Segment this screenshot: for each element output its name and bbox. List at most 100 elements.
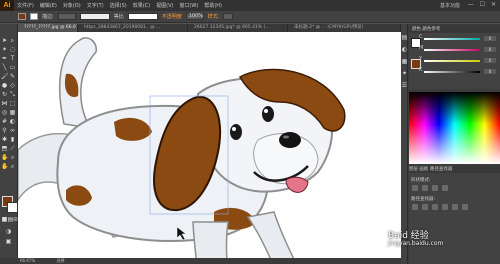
hand-tool-icon[interactable]: ✋ [1, 154, 8, 161]
rotate-tool-icon[interactable]: ↻ [1, 91, 8, 98]
color-spectrum[interactable] [409, 92, 500, 164]
panel-icon-1[interactable]: ▤ [401, 34, 408, 41]
merge-icon[interactable] [432, 204, 438, 210]
panel-icon-4[interactable]: ✦ [401, 70, 408, 77]
blob-brush-tool-icon[interactable]: ● [1, 82, 8, 89]
panel-icon-3[interactable]: ▦ [401, 58, 408, 65]
type-tool-icon[interactable]: T [9, 55, 16, 62]
eyedropper-tool-icon[interactable]: ⚲ [1, 127, 8, 134]
slider-label-c: C [419, 34, 423, 40]
screen-mode-icon[interactable]: ▣ [5, 238, 12, 245]
gradient-tool-icon[interactable]: ◐ [9, 118, 16, 125]
style-picker[interactable] [223, 13, 234, 20]
menu-effect[interactable]: 效果(C) [130, 2, 153, 9]
menu-file[interactable]: 文件(F) [14, 2, 37, 9]
menu-type[interactable]: 文字(T) [84, 2, 107, 9]
artboard-tool-icon[interactable]: ⬒ [1, 145, 8, 152]
brush-definition[interactable] [127, 13, 158, 20]
fill-color-swatch[interactable] [18, 13, 26, 20]
slider-label-y: Y [419, 56, 423, 62]
opacity-field[interactable]: 100% [185, 13, 204, 20]
minimize-button[interactable]: — [468, 1, 474, 8]
zoom-tool-icon[interactable]: ⌕ [9, 154, 16, 161]
value-y[interactable]: 0 [484, 58, 496, 63]
paintbrush-tool-icon[interactable]: 🖌 [1, 73, 9, 80]
dog-nose [279, 132, 301, 148]
tab-document-4[interactable]: 未标题-2* @ ... (CMYK/GPU预览) [288, 24, 401, 32]
stroke-weight-field[interactable] [57, 13, 76, 20]
stroke-color-swatch[interactable] [30, 13, 38, 20]
menu-select[interactable]: 选择(S) [107, 2, 130, 9]
hand-tool-2-icon[interactable]: ✋ [1, 163, 8, 170]
pen-tool-icon[interactable]: ✒ [1, 55, 8, 62]
direct-selection-tool-icon[interactable]: ▹ [9, 37, 16, 44]
panel-icon-5[interactable]: ☰ [401, 82, 408, 89]
divide-icon[interactable] [412, 204, 418, 210]
line-tool-icon[interactable]: ╲ [1, 64, 8, 71]
menu-object[interactable]: 对象(O) [60, 2, 84, 9]
width-tool-icon[interactable]: ⋈ [1, 100, 8, 107]
minus-front-icon[interactable] [422, 185, 428, 191]
value-m[interactable]: 0 [484, 47, 496, 52]
stroke-swatch[interactable] [7, 202, 18, 213]
zoom-tool-2-icon[interactable]: ⌕ [9, 163, 16, 170]
tab-document-1[interactable]: ?????_?????.jpg @ 66.67% (CMYK/预览) [18, 24, 78, 32]
crop-icon[interactable] [442, 204, 448, 210]
perspective-grid-tool-icon[interactable]: ▦ [9, 109, 16, 116]
close-button[interactable]: ✕ [491, 1, 496, 8]
unite-icon[interactable] [412, 185, 418, 191]
profile-label: 等比 [113, 14, 124, 20]
status-bar: 66.67% 选择 [0, 258, 401, 264]
draw-mode-icon[interactable]: ◑ [5, 228, 12, 235]
dog-far-leg [246, 211, 295, 258]
intersect-icon[interactable] [432, 185, 438, 191]
pathfinder-panel-tabs[interactable]: 图层 画板 路径查找器 [409, 166, 500, 173]
tab-document-2[interactable]: https_28843867_20190081.. @ ... [78, 24, 188, 32]
dog-eye-right [262, 106, 274, 122]
slider-y[interactable] [424, 60, 480, 62]
workspace-switcher[interactable]: 基本功能 [440, 2, 460, 9]
blend-tool-icon[interactable]: ∞ [9, 127, 16, 134]
selection-tool-icon[interactable]: ➤ [1, 37, 8, 44]
pencil-tool-icon[interactable]: ✎ [9, 73, 16, 80]
variable-width-profile[interactable] [79, 13, 110, 20]
menu-window[interactable]: 窗口(W) [176, 2, 201, 9]
lasso-tool-icon[interactable]: ◌ [9, 46, 16, 53]
opacity-label[interactable]: 不透明度 [162, 13, 182, 20]
color-panel-tabs[interactable]: 颜色 颜色参考 [409, 26, 500, 33]
status-text: 选择 [56, 258, 65, 263]
shape-builder-tool-icon[interactable]: ◎ [1, 109, 8, 116]
slider-c[interactable] [424, 38, 480, 40]
minus-back-icon[interactable] [462, 204, 468, 210]
slider-k[interactable] [424, 71, 480, 73]
value-k[interactable]: 0 [484, 69, 496, 74]
dog-illustration [18, 37, 346, 258]
free-transform-tool-icon[interactable]: ⬚ [9, 100, 16, 107]
mesh-tool-icon[interactable]: # [1, 118, 8, 125]
menu-bar: Ai 文件(F) 编辑(E) 对象(O) 文字(T) 选择(S) 效果(C) 视… [0, 0, 500, 11]
zoom-level[interactable]: 66.67% [20, 258, 35, 263]
slice-tool-icon[interactable]: ⟋ [9, 145, 16, 152]
menu-edit[interactable]: 编辑(E) [37, 2, 60, 9]
eraser-tool-icon[interactable]: ◇ [9, 82, 16, 89]
value-c[interactable]: 0 [484, 36, 496, 41]
panel-icon-2[interactable]: ◐ [401, 46, 408, 53]
menu-view[interactable]: 视图(V) [153, 2, 176, 9]
outline-icon[interactable] [452, 204, 458, 210]
graph-tool-icon[interactable]: ▮ [9, 136, 16, 143]
maximize-button[interactable]: ☐ [480, 1, 485, 8]
magic-wand-tool-icon[interactable]: ✶ [1, 46, 8, 53]
symbol-sprayer-tool-icon[interactable]: ✱ [1, 136, 8, 143]
rectangle-tool-icon[interactable]: ▭ [9, 64, 16, 71]
exclude-icon[interactable] [442, 185, 448, 191]
artboard-canvas[interactable] [18, 32, 401, 258]
menu-help[interactable]: 帮助(H) [201, 2, 225, 9]
style-label[interactable]: 样式: [208, 13, 220, 20]
dog-front-leg [192, 221, 229, 258]
pathfinders-label: 路径查找器: [411, 197, 436, 202]
scale-tool-icon[interactable]: ⤡ [9, 91, 16, 98]
baidu-watermark-url: jingyan.baidu.com [388, 240, 444, 247]
trim-icon[interactable] [422, 204, 428, 210]
tab-document-3[interactable]: 26627 12345.jpg* @ 665.41% (... [188, 24, 288, 32]
slider-m[interactable] [424, 49, 480, 51]
